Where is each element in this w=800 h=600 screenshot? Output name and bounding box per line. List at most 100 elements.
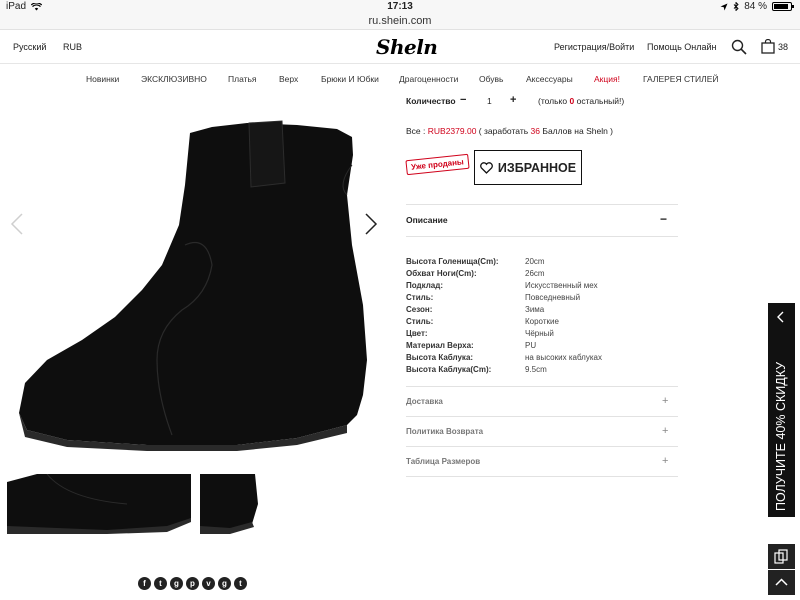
- price-value: RUB2379.00: [427, 126, 477, 136]
- copy-button[interactable]: [768, 544, 795, 569]
- nav-item-bottoms[interactable]: Брюки И Юбки: [321, 74, 379, 84]
- spec-key: Высота Каблука(Cm):: [406, 365, 492, 374]
- add-to-favorites-button[interactable]: ИЗБРАННОЕ: [474, 150, 582, 185]
- search-icon[interactable]: [731, 39, 747, 55]
- nav-item-style-gallery[interactable]: ГАЛЕРЕЯ СТИЛЕЙ: [643, 74, 719, 84]
- spec-key: Материал Верха:: [406, 341, 474, 350]
- url-bar[interactable]: ru.shein.com: [0, 14, 800, 30]
- quantity-minus-button[interactable]: −: [460, 94, 466, 106]
- spec-key: Подклад:: [406, 281, 443, 290]
- pinterest-icon[interactable]: p: [186, 577, 199, 590]
- status-bar: iPad 17:13 84 %: [0, 0, 800, 14]
- divider: [406, 476, 678, 477]
- stock-prefix: (только: [538, 96, 568, 106]
- divider: [406, 386, 678, 387]
- bluetooth-icon: [733, 2, 739, 11]
- vk-icon[interactable]: v: [202, 577, 215, 590]
- copy-icon: [774, 549, 788, 564]
- divider: [406, 204, 678, 205]
- battery-icon: [772, 2, 794, 11]
- spec-value: на высоких каблуках: [525, 353, 602, 362]
- promo-text: ПОЛУЧИТЕ 40% СКИДКУ: [774, 361, 788, 511]
- help-online-link[interactable]: Помощь Онлайн: [647, 42, 717, 52]
- points-suffix: Баллов на Sheln ): [542, 126, 613, 136]
- language-selector[interactable]: Русский: [13, 42, 46, 52]
- boot-image: [19, 120, 367, 451]
- spec-key: Высота Голенища(Cm):: [406, 257, 499, 266]
- back-to-top-button[interactable]: [768, 570, 795, 595]
- location-icon: [720, 3, 728, 10]
- price-line: Все : RUB2379.00 ( заработать 36 Баллов …: [406, 126, 613, 136]
- social-share-row: f t g p v g t: [138, 577, 247, 590]
- spec-value: Короткие: [525, 317, 559, 326]
- prev-image-arrow-icon[interactable]: [10, 212, 24, 236]
- shopping-bag-icon[interactable]: [761, 39, 775, 54]
- spec-value: Повседневный: [525, 293, 581, 302]
- twitter-icon[interactable]: t: [154, 577, 167, 590]
- status-right: 84 %: [720, 1, 794, 12]
- spec-key: Высота Каблука:: [406, 353, 474, 362]
- nav-item-tops[interactable]: Верх: [279, 74, 298, 84]
- stock-count: 0: [569, 96, 575, 106]
- spec-value: 9.5cm: [525, 365, 547, 374]
- register-login-link[interactable]: Регистрация/Войти: [554, 42, 634, 52]
- next-image-arrow-icon[interactable]: [364, 212, 378, 236]
- divider: [406, 236, 678, 237]
- description-title[interactable]: Описание: [406, 215, 448, 225]
- quantity-value[interactable]: 1: [487, 96, 492, 106]
- sold-out-stamp: Уже проданы: [405, 153, 470, 176]
- heart-icon: [480, 161, 493, 174]
- site-header: Русский RUB Sheln Регистрация/Войти Помо…: [0, 30, 800, 64]
- shipping-accordion[interactable]: Доставка: [406, 397, 443, 406]
- nav-item-accessories[interactable]: Аксессуары: [526, 74, 573, 84]
- nav-item-exclusive[interactable]: ЭКСКЛЮЗИВНО: [141, 74, 207, 84]
- spec-key: Сезон:: [406, 305, 433, 314]
- spec-key: Обхват Ноги(Cm):: [406, 269, 477, 278]
- battery-percent: 84 %: [744, 1, 767, 12]
- favorites-label: ИЗБРАННОЕ: [497, 160, 577, 175]
- spec-key: Стиль:: [406, 293, 434, 302]
- site-logo[interactable]: Sheln: [376, 35, 438, 59]
- spec-value: Зима: [525, 305, 545, 314]
- google-icon[interactable]: g: [218, 577, 231, 590]
- nav-item-sale[interactable]: Акция!: [594, 74, 620, 84]
- currency-selector[interactable]: RUB: [63, 42, 82, 52]
- stock-suffix: остальный!): [576, 96, 625, 106]
- points-value: 36: [530, 126, 540, 136]
- status-time: 17:13: [387, 1, 413, 12]
- product-thumbnail-2[interactable]: [200, 474, 258, 534]
- price-prefix: Все :: [406, 126, 426, 136]
- spec-value: Искусственный мех: [525, 281, 598, 290]
- size-chart-expand-toggle[interactable]: +: [662, 455, 668, 467]
- spec-value: 26cm: [525, 269, 545, 278]
- tumblr-icon[interactable]: t: [234, 577, 247, 590]
- return-policy-expand-toggle[interactable]: +: [662, 425, 668, 437]
- points-prefix: ( заработать: [478, 126, 529, 136]
- spec-key: Стиль:: [406, 317, 434, 326]
- cart-count: 38: [778, 42, 789, 52]
- url-text: ru.shein.com: [368, 15, 432, 27]
- nav-item-shoes[interactable]: Обувь: [479, 74, 504, 84]
- product-main-image[interactable]: [7, 95, 385, 473]
- chevron-up-icon: [775, 578, 788, 586]
- google-plus-icon[interactable]: g: [170, 577, 183, 590]
- product-thumbnail-1[interactable]: [7, 474, 191, 534]
- spec-value: Чёрный: [525, 329, 554, 338]
- spec-key: Цвет:: [406, 329, 428, 338]
- quantity-label: Количество: [406, 96, 456, 106]
- spec-value: 20cm: [525, 257, 545, 266]
- nav-item-jewelry[interactable]: Драгоценности: [399, 74, 458, 84]
- quantity-plus-button[interactable]: +: [510, 94, 516, 106]
- shipping-expand-toggle[interactable]: +: [662, 395, 668, 407]
- size-chart-accordion[interactable]: Таблица Размеров: [406, 457, 480, 466]
- stock-remaining: (только 0 остальный!): [538, 96, 624, 106]
- return-policy-accordion[interactable]: Политика Возврата: [406, 427, 483, 436]
- facebook-icon[interactable]: f: [138, 577, 151, 590]
- nav-item-dresses[interactable]: Платья: [228, 74, 257, 84]
- description-collapse-toggle[interactable]: −: [660, 212, 667, 226]
- main-nav: Новинки ЭКСКЛЮЗИВНО Платья Верх Брюки И …: [0, 64, 800, 94]
- divider: [406, 446, 678, 447]
- nav-item-new[interactable]: Новинки: [86, 74, 119, 84]
- divider: [406, 416, 678, 417]
- discount-promo-tab[interactable]: ПОЛУЧИТЕ 40% СКИДКУ: [768, 303, 795, 517]
